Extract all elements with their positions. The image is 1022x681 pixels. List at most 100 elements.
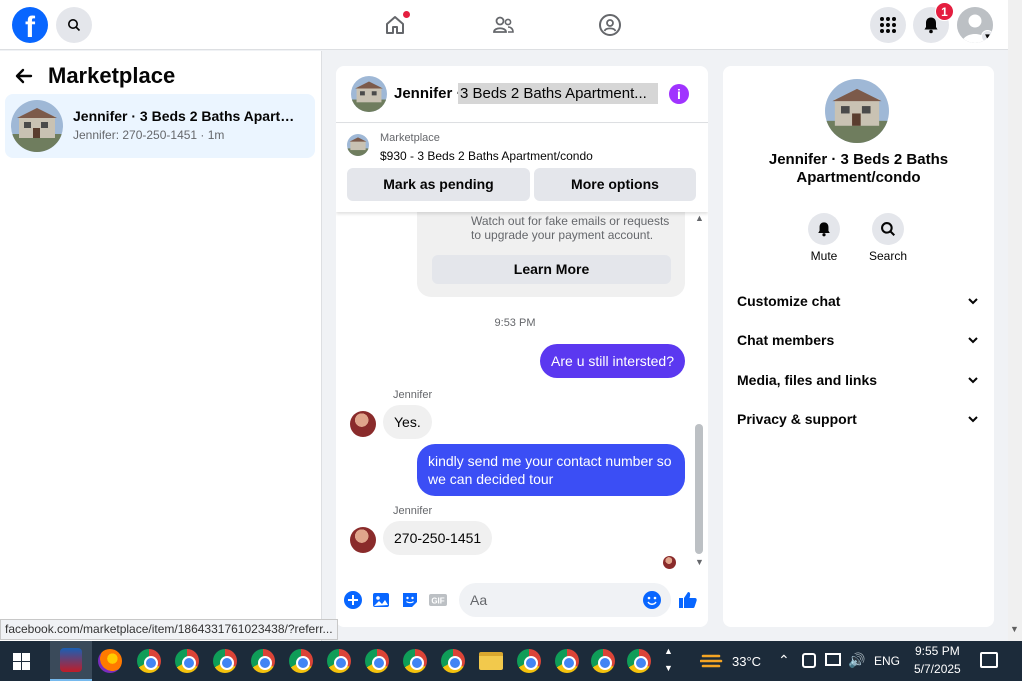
search-label: Search xyxy=(868,249,908,263)
listing-label: Marketplace xyxy=(380,132,440,144)
section-privacy-support[interactable]: Privacy & support xyxy=(737,407,979,431)
scrollbar-up-arrow[interactable]: ▲ xyxy=(695,213,704,223)
more-options-button[interactable]: More options xyxy=(534,168,696,201)
conversation-title: Jennifer · 3 Beds 2 Baths Apartme... xyxy=(73,108,303,124)
sender-avatar[interactable] xyxy=(350,411,376,437)
emoji-icon[interactable] xyxy=(642,590,662,610)
friends-nav-button[interactable] xyxy=(489,11,517,39)
outgoing-message[interactable]: Are u still intersted? xyxy=(540,344,685,378)
chrome-icon[interactable] xyxy=(627,649,651,673)
conversation-avatar[interactable] xyxy=(825,79,889,143)
incoming-message[interactable]: Yes. xyxy=(383,405,432,439)
chevron-down-icon xyxy=(968,298,978,305)
grid-menu-icon xyxy=(880,17,896,33)
chrome-icon[interactable] xyxy=(137,649,161,673)
search-button[interactable] xyxy=(56,7,92,43)
file-explorer-icon[interactable] xyxy=(479,652,503,670)
section-label: Customize chat xyxy=(737,293,841,309)
mute-label: Mute xyxy=(810,249,838,263)
back-arrow-icon[interactable] xyxy=(14,66,34,86)
info-icon[interactable]: i xyxy=(669,84,689,104)
listing-thumbnail-small[interactable] xyxy=(347,134,369,156)
friends-icon xyxy=(493,16,514,33)
chrome-icon[interactable] xyxy=(327,649,351,673)
mark-as-pending-button[interactable]: Mark as pending xyxy=(347,168,530,201)
sticker-icon[interactable] xyxy=(400,590,420,610)
windows-taskbar: ▲ ▼ 33°C ⌃ 🔊 ENG 9:55 PM 5/7/2025 xyxy=(0,641,1022,681)
chrome-icon[interactable] xyxy=(365,649,389,673)
chrome-icon[interactable] xyxy=(403,649,427,673)
safety-warning-card: Watch out for fake emails or requests to… xyxy=(417,212,685,297)
chat-avatar[interactable] xyxy=(351,76,387,112)
chat-header-title[interactable]: 3 Beds 2 Baths Apartment... xyxy=(458,83,658,104)
section-label: Privacy & support xyxy=(737,411,857,427)
chat-header-name[interactable]: Jennifer · xyxy=(394,85,462,102)
plus-icon[interactable] xyxy=(343,590,363,610)
safety-warning-text: Watch out for fake emails or requests to… xyxy=(471,214,670,242)
notification-center-icon[interactable] xyxy=(980,652,998,668)
page-scrollbar[interactable]: ▼ xyxy=(1008,0,1022,641)
weather-temperature[interactable]: 33°C xyxy=(732,654,761,669)
clock-time[interactable]: 9:55 PM xyxy=(915,644,960,658)
incoming-message[interactable]: 270-250-1451 xyxy=(383,521,493,555)
windows-start-icon[interactable] xyxy=(13,653,30,670)
chrome-icon[interactable] xyxy=(441,649,465,673)
taskbar-scroll-arrows[interactable]: ▲ ▼ xyxy=(664,643,673,677)
meet-now-icon[interactable] xyxy=(802,653,816,668)
chrome-icon[interactable] xyxy=(555,649,579,673)
language-indicator[interactable]: ENG xyxy=(874,654,900,668)
thumbs-up-icon[interactable] xyxy=(678,590,698,610)
section-customize-chat[interactable]: Customize chat xyxy=(737,289,979,313)
search-icon xyxy=(68,19,81,32)
gif-icon[interactable]: GIF xyxy=(428,590,448,610)
volume-icon[interactable]: 🔊 xyxy=(848,652,865,669)
learn-more-button[interactable]: Learn More xyxy=(432,255,671,284)
groups-icon xyxy=(599,14,621,36)
message-timestamp: 9:53 PM xyxy=(494,317,536,329)
message-input[interactable] xyxy=(459,583,671,617)
home-nav-button[interactable] xyxy=(381,11,410,39)
section-media-files-links[interactable]: Media, files and links xyxy=(737,368,979,392)
sender-avatar[interactable] xyxy=(350,527,376,553)
facebook-logo[interactable]: f xyxy=(12,7,48,43)
section-chat-members[interactable]: Chat members xyxy=(737,328,979,352)
listing-title[interactable]: $930 - 3 Beds 2 Baths Apartment/condo xyxy=(380,149,593,163)
chrome-icon[interactable] xyxy=(289,649,313,673)
pinned-app-icon[interactable] xyxy=(50,641,92,681)
bell-icon xyxy=(818,222,830,237)
chat-scrollbar-thumb[interactable] xyxy=(695,424,703,554)
account-button[interactable]: ▼ xyxy=(957,7,993,43)
chrome-icon[interactable] xyxy=(175,649,199,673)
search-in-conversation-button[interactable]: Search xyxy=(862,213,914,263)
chrome-icon[interactable] xyxy=(591,649,615,673)
groups-nav-button[interactable] xyxy=(596,11,624,39)
new-activity-dot xyxy=(403,11,410,18)
network-icon[interactable] xyxy=(825,653,841,666)
chat-window: Jennifer · 3 Beds 2 Baths Apartment... i… xyxy=(336,66,708,627)
conversation-list-panel: Marketplace Jennifer · 3 Beds 2 Baths Ap… xyxy=(0,51,322,641)
search-icon xyxy=(881,222,896,237)
scrollbar-down-arrow[interactable]: ▼ xyxy=(1010,624,1019,634)
show-hidden-icons-chevron[interactable]: ⌃ xyxy=(778,652,790,669)
outgoing-message[interactable]: kindly send me your contact number so we… xyxy=(417,444,685,496)
chrome-icon[interactable] xyxy=(517,649,541,673)
message-sender: Jennifer xyxy=(393,389,433,401)
photo-icon[interactable] xyxy=(371,590,391,610)
conversation-title: Jennifer · 3 Beds 2 Baths Apartment/cond… xyxy=(768,151,949,186)
listing-banner: Marketplace $930 - 3 Beds 2 Baths Apartm… xyxy=(336,124,708,212)
menu-button[interactable] xyxy=(870,7,906,43)
conversation-list-item[interactable]: Jennifer · 3 Beds 2 Baths Apartme... Jen… xyxy=(5,94,315,158)
scrollbar-down-arrow[interactable]: ▼ xyxy=(695,557,704,567)
chevron-down-icon xyxy=(968,337,978,344)
top-navigation-bar: f 1 ▼ xyxy=(0,0,1008,50)
clock-date[interactable]: 5/7/2025 xyxy=(914,662,961,676)
chevron-down-icon: ▼ xyxy=(981,30,993,43)
seen-receipt-avatar xyxy=(663,556,676,569)
firefox-icon[interactable] xyxy=(98,649,122,673)
page-title: Marketplace xyxy=(48,63,176,88)
message-composer: GIF xyxy=(336,580,708,620)
mute-button[interactable]: Mute xyxy=(798,213,850,263)
weather-icon[interactable] xyxy=(699,651,724,671)
chrome-icon[interactable] xyxy=(251,649,275,673)
chrome-icon[interactable] xyxy=(213,649,237,673)
